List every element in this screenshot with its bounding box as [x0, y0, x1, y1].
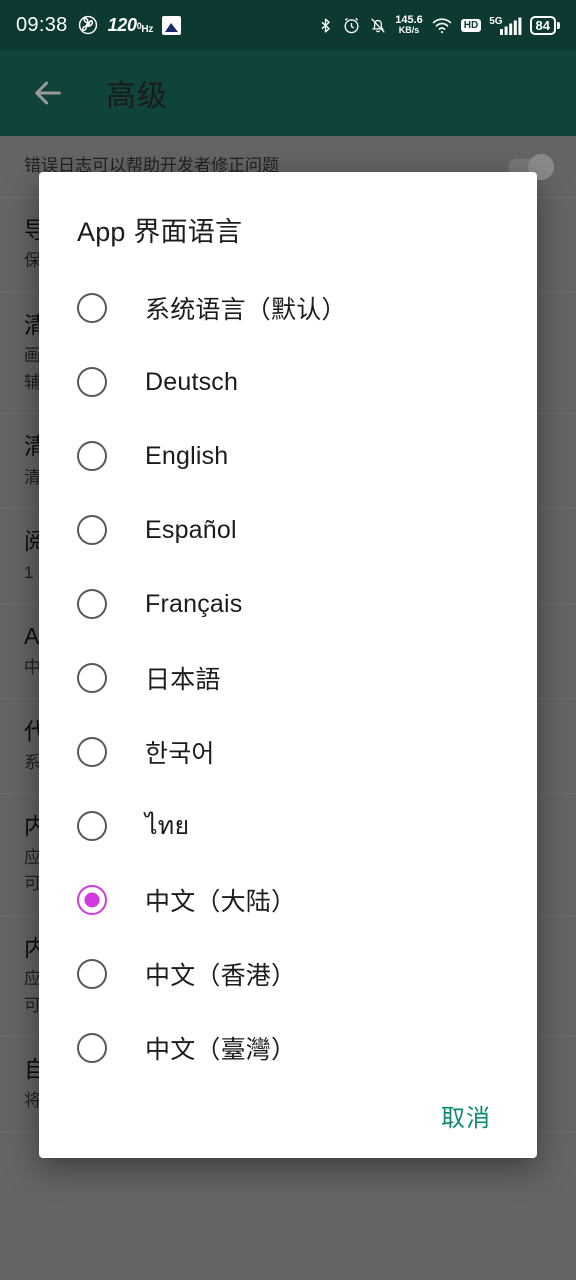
- radio-button[interactable]: [77, 1033, 107, 1063]
- language-option-label: 中文（香港）: [145, 962, 297, 990]
- radio-button[interactable]: [77, 589, 107, 619]
- battery-cap: [557, 21, 560, 29]
- language-dialog: App 界面语言 系统语言（默认） Deutsch English Español Fr…: [39, 172, 537, 1158]
- language-option[interactable]: 한국어: [39, 715, 537, 789]
- radio-button[interactable]: [77, 367, 107, 397]
- alarm-icon: [342, 16, 361, 35]
- language-option[interactable]: 日本語: [39, 641, 537, 715]
- phone-screen: 错误日志可以帮助开发者修正问题导出日志保存日志到文件清理缓存画质缓存辅助缓存数据…: [0, 0, 576, 1280]
- page-title: 高级: [106, 80, 168, 113]
- language-option[interactable]: 中文（大陆）: [39, 863, 537, 937]
- radio-button-selected[interactable]: [77, 885, 107, 915]
- language-option[interactable]: Français: [39, 567, 537, 641]
- back-button[interactable]: [28, 73, 68, 113]
- dialog-title: App 界面语言: [77, 217, 243, 247]
- language-option-label: English: [145, 441, 229, 470]
- radio-button[interactable]: [77, 441, 107, 471]
- language-option[interactable]: ไทย: [39, 789, 537, 863]
- language-option-label: Español: [145, 515, 237, 544]
- language-option-label: 中文（臺灣）: [145, 1036, 297, 1064]
- battery-level-label: 84: [529, 15, 556, 35]
- cellular-indicator: 5G: [489, 16, 521, 35]
- image-icon: [162, 15, 182, 35]
- network-speed-indicator: 145.6 KB/s: [395, 14, 423, 35]
- dialog-actions: 取消: [39, 1072, 537, 1158]
- hd-icon: HD: [460, 18, 482, 32]
- status-bar-right: 145.6 KB/s HD 5G 84: [317, 15, 560, 35]
- radio-button[interactable]: [77, 737, 107, 767]
- language-option[interactable]: Español: [39, 493, 537, 567]
- language-option[interactable]: English: [39, 419, 537, 493]
- language-option-label: 系统语言（默认）: [145, 296, 347, 324]
- language-option-list: 系统语言（默认） Deutsch English Español Français 日本語…: [39, 271, 537, 1085]
- arrow-left-icon: [31, 76, 65, 110]
- language-option[interactable]: 中文（香港）: [39, 937, 537, 1011]
- wifi-icon: [431, 16, 453, 35]
- language-option-label: Français: [145, 589, 243, 618]
- language-option[interactable]: 系统语言（默认）: [39, 271, 537, 345]
- language-option-label: 中文（大陆）: [145, 888, 297, 916]
- status-clock: 09:38: [16, 13, 68, 36]
- status-bar: 09:38 1200Hz 145.6 KB/s HD 5G 84: [0, 0, 576, 50]
- app-bar: 高级: [0, 50, 576, 136]
- radio-button[interactable]: [77, 293, 107, 323]
- language-option-label: 日本語: [145, 666, 221, 694]
- bell-muted-icon: [369, 16, 387, 35]
- language-option-label: 한국어: [145, 740, 215, 768]
- signal-bars-icon: [499, 16, 522, 35]
- fan-icon: [77, 14, 99, 36]
- language-option-label: ไทย: [145, 812, 190, 840]
- language-option-label: Deutsch: [145, 367, 239, 396]
- cancel-button[interactable]: 取消: [441, 1098, 491, 1133]
- bluetooth-icon: [317, 16, 334, 35]
- radio-button[interactable]: [77, 959, 107, 989]
- language-option[interactable]: Deutsch: [39, 345, 537, 419]
- battery-icon: 84: [529, 15, 560, 35]
- radio-button[interactable]: [77, 515, 107, 545]
- refresh-rate-indicator: 1200Hz: [107, 14, 154, 35]
- radio-button[interactable]: [77, 663, 107, 693]
- status-bar-left: 09:38 1200Hz: [16, 13, 182, 37]
- radio-button[interactable]: [77, 811, 107, 841]
